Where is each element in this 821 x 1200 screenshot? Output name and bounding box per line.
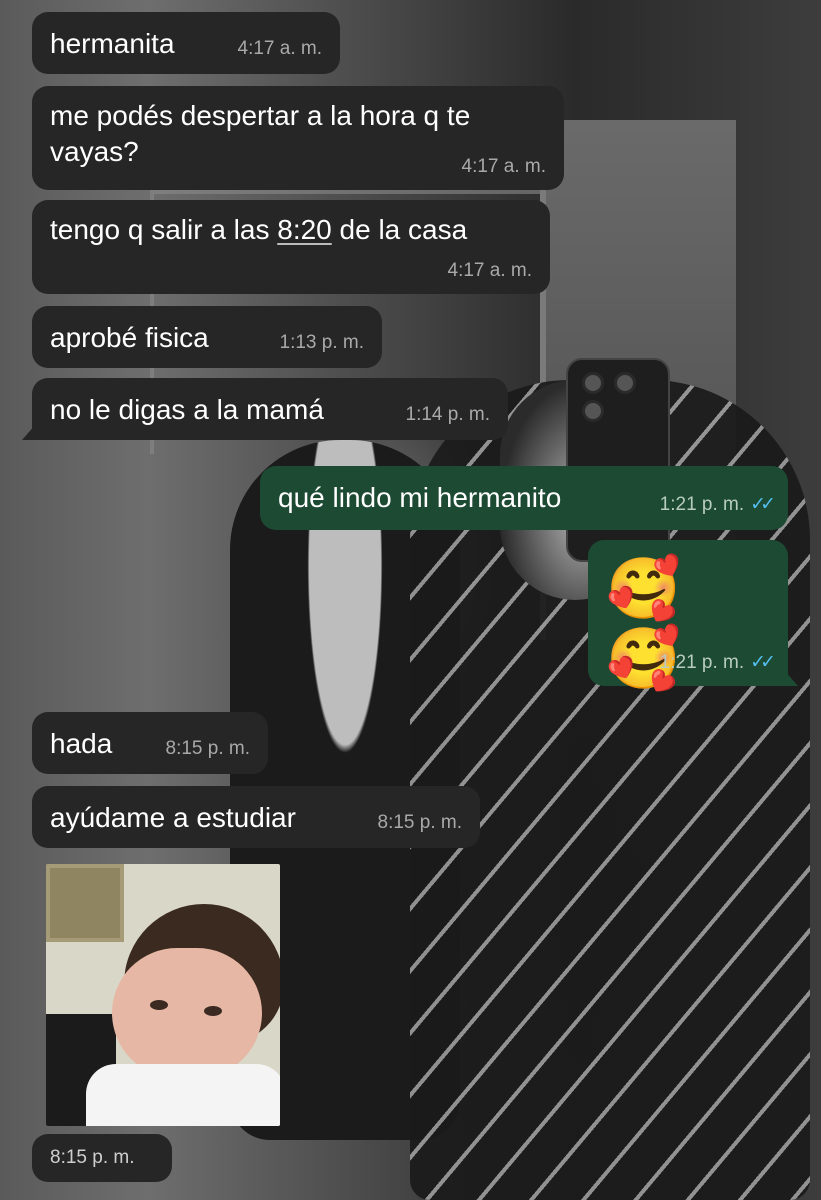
bubble-tail [784, 670, 798, 686]
wallpaper-phone [566, 358, 670, 562]
incoming-message[interactable]: aprobé fisica 1:13 p. m. [32, 306, 382, 368]
message-time: 4:17 a. m. [461, 156, 547, 177]
bubble-tail [22, 424, 36, 440]
incoming-message[interactable]: ayúdame a estudiar 8:15 p. m. [32, 786, 480, 848]
incoming-message[interactable]: hermanita 4:17 a. m. [32, 12, 340, 74]
double-check-icon: ✓✓ [750, 494, 776, 515]
incoming-message[interactable]: tengo q salir a las 8:20 de la casa 4:17… [32, 200, 550, 294]
incoming-image-message[interactable] [32, 854, 294, 1142]
message-time: 4:17 a. m. [237, 38, 323, 59]
message-time: 8:15 p. m. [377, 812, 463, 833]
message-text-part: de la casa [331, 214, 468, 245]
message-meta: 1:21 p. m. ✓✓ [659, 494, 776, 516]
photo-child-face [112, 948, 262, 1078]
message-time: 1:21 p. m. [659, 494, 745, 515]
message-time: 1:21 p. m. [659, 652, 745, 673]
incoming-message[interactable]: hada 8:15 p. m. [32, 712, 268, 774]
image-time-bubble: 8:15 p. m. [32, 1134, 172, 1182]
double-check-icon: ✓✓ [750, 652, 776, 673]
message-time: 4:17 a. m. [447, 260, 533, 281]
outgoing-message[interactable]: qué lindo mi hermanito 1:21 p. m. ✓✓ [260, 466, 788, 530]
message-time: 8:15 p. m. [50, 1147, 135, 1168]
photo-pillow [86, 1064, 280, 1126]
message-meta: 1:21 p. m. ✓✓ [659, 652, 776, 674]
photo-wall-picture [46, 864, 124, 942]
incoming-message[interactable]: no le digas a la mamá 1:14 p. m. [22, 378, 508, 440]
message-time: 1:14 p. m. [405, 404, 491, 425]
time-link[interactable]: 8:20 [277, 214, 332, 245]
message-time: 1:13 p. m. [279, 332, 365, 353]
message-photo[interactable] [46, 864, 280, 1126]
message-time: 8:15 p. m. [165, 738, 251, 759]
message-text-part: tengo q salir a las [50, 214, 278, 245]
message-text: tengo q salir a las 8:20 de la casa [50, 212, 532, 248]
outgoing-message[interactable]: 🥰 🥰 1:21 p. m. ✓✓ [588, 540, 798, 692]
message-text: me podés despertar a la hora q te vayas? [50, 100, 471, 167]
incoming-message[interactable]: me podés despertar a la hora q te vayas?… [32, 86, 564, 190]
